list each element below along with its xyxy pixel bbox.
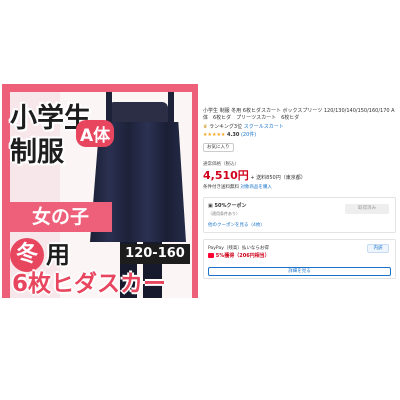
paypay-rate: 5%獲得（206円相当） [208, 253, 270, 260]
free-shipping-text: 条件付き送料無料 [203, 185, 239, 190]
product-title: 小学生 制服 冬用 6枚ヒダスカート ボックスプリーツ 120/130/140/… [203, 108, 395, 121]
star-rating-icon: ★★★★★ [203, 132, 226, 138]
paypay-box: PayPay（残高）払いならお得 5%獲得（206円相当） 内訳 詳細を見る [203, 239, 396, 279]
paypay-detail-button[interactable]: 内訳 [367, 244, 389, 253]
image-frame-right [192, 84, 198, 298]
price-label: 通常価格（税込） [203, 162, 239, 167]
image-frame-left [2, 84, 10, 298]
free-shipping-link[interactable]: 対象商品を購入 [240, 185, 272, 190]
girls-banner: 女の子 [10, 202, 112, 232]
paypay-text: PayPay（残高）払いならお得 [208, 246, 269, 251]
shipping-fee: + 送料850円（東京都） [250, 175, 306, 181]
review-count-link[interactable]: (20件) [241, 132, 256, 138]
rating-value: 4.30 [227, 132, 240, 138]
coupon-box: ▣ 50%クーポン （適用条件あり） 取得済み 他のクーポンを見る（4枚） [203, 197, 396, 233]
favorite-button[interactable]: お気に入り [203, 143, 234, 152]
crown-icon: ♛ [203, 124, 208, 130]
coupon-title-text: 50%クーポン [214, 203, 247, 209]
price-row: 4,510円 + 送料850円（東京都） [203, 169, 398, 182]
paypay-rate-text: 5%獲得（206円相当） [215, 253, 270, 259]
ranking-category-link[interactable]: スクールスカート [244, 124, 284, 130]
product-main-image[interactable]: 小学生 制服 A体 女の子 冬 用 120-160 6枚ヒダスカー ♡ [2, 84, 198, 298]
paypay-more-button[interactable]: 詳細を見る [208, 267, 391, 276]
rating-row: ★★★★★ 4.30 (20件) [203, 132, 398, 139]
a-body-badge: A体 [76, 120, 115, 147]
product-info-panel: 小学生 制服 冬用 6枚ヒダスカート ボックスプリーツ 120/130/140/… [203, 108, 398, 279]
free-shipping-row: 条件付き送料無料 対象商品を購入 [203, 184, 398, 191]
ranking-row: ♛ ランキング3位 スクールスカート [203, 124, 398, 131]
other-coupons-link[interactable]: 他のクーポンを見る（4枚） [208, 222, 265, 229]
coupon-subtitle: （適用条件あり） [208, 211, 240, 216]
coupon-get-button[interactable]: 取得済み [345, 204, 389, 214]
paypay-icon [208, 253, 214, 258]
coupon-icon: ▣ [208, 203, 213, 209]
ranking-label: ランキング3位 [209, 124, 243, 130]
size-range-badge: 120-160 [120, 244, 190, 264]
winter-use-text: 用 [46, 241, 70, 269]
coupon-title: ▣ 50%クーポン [208, 203, 246, 210]
price-value: 4,510円 [203, 169, 249, 182]
pleats-text: 6枚ヒダスカー [12, 271, 167, 297]
image-frame-top [2, 84, 198, 92]
winter-mark: 冬 [10, 238, 44, 272]
